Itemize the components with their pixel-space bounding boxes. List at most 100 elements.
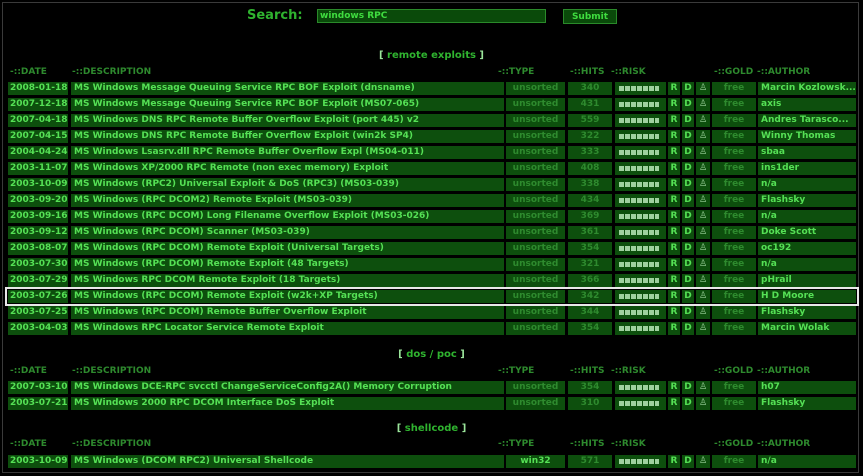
rate-link[interactable]: R	[668, 397, 680, 410]
rate-link[interactable]: R	[668, 274, 680, 287]
table-row[interactable]: 2003-10-09 MS Windows (RPC2) Universal Ex…	[8, 178, 856, 191]
column-header-type[interactable]: -::TYPE	[498, 67, 534, 77]
column-header-date[interactable]: -::DATE	[10, 67, 47, 77]
exploit-link[interactable]: MS Windows RPC DCOM Remote Exploit (18 T…	[71, 274, 504, 287]
section-title-text[interactable]: remote exploits	[387, 50, 476, 61]
download-link[interactable]: D	[682, 455, 694, 468]
column-header-hits[interactable]: -::HITS	[570, 67, 604, 77]
download-link[interactable]: D	[682, 242, 694, 255]
pawn-icon[interactable]: ♙	[696, 258, 710, 271]
table-row[interactable]: 2007-03-10 MS Windows DCE-RPC svcctl Chan…	[8, 381, 856, 394]
download-link[interactable]: D	[682, 397, 694, 410]
pawn-icon[interactable]: ♙	[696, 178, 710, 191]
rate-link[interactable]: R	[668, 210, 680, 223]
column-header-hits[interactable]: -::HITS	[570, 366, 604, 376]
author-link[interactable]: Flashsky	[758, 397, 856, 410]
table-row[interactable]: 2003-07-30 MS Windows (RPC DCOM) Remote E…	[8, 258, 856, 271]
table-row[interactable]: 2007-04-18 MS Windows DNS RPC Remote Buff…	[8, 114, 856, 127]
pawn-icon[interactable]: ♙	[696, 194, 710, 207]
author-link[interactable]: Flashsky	[758, 306, 856, 319]
table-row[interactable]: 2008-01-18 MS Windows Message Queuing Ser…	[8, 82, 856, 95]
exploit-link[interactable]: MS Windows (RPC DCOM) Remote Exploit (48…	[71, 258, 504, 271]
column-header-description[interactable]: -::DESCRIPTION	[72, 67, 151, 77]
column-header-hits[interactable]: -::HITS	[570, 439, 604, 449]
rate-link[interactable]: R	[668, 306, 680, 319]
exploit-link[interactable]: MS Windows DCE-RPC svcctl ChangeServiceC…	[71, 381, 504, 394]
column-header-date[interactable]: -::DATE	[10, 439, 47, 449]
download-link[interactable]: D	[682, 210, 694, 223]
rate-link[interactable]: R	[668, 146, 680, 159]
download-link[interactable]: D	[682, 162, 694, 175]
rate-link[interactable]: R	[668, 194, 680, 207]
pawn-icon[interactable]: ♙	[696, 98, 710, 111]
table-row[interactable]: 2003-08-07 MS Windows (RPC DCOM) Remote E…	[8, 242, 856, 255]
author-link[interactable]: Marcin Wolak	[758, 322, 856, 335]
table-row[interactable]: 2003-11-07 MS Windows XP/2000 RPC Remote …	[8, 162, 856, 175]
author-link[interactable]: Andres Tarasco...	[758, 114, 856, 127]
table-row[interactable]: 2003-04-03 MS Windows RPC Locator Service…	[8, 322, 856, 335]
exploit-link[interactable]: MS Windows Message Queuing Service RPC B…	[71, 98, 504, 111]
exploit-link[interactable]: MS Windows (RPC DCOM2) Remote Exploit (M…	[71, 194, 504, 207]
column-header-description[interactable]: -::DESCRIPTION	[72, 366, 151, 376]
rate-link[interactable]: R	[668, 381, 680, 394]
rate-link[interactable]: R	[668, 82, 680, 95]
author-link[interactable]: ins1der	[758, 162, 856, 175]
exploit-link[interactable]: MS Windows (RPC DCOM) Remote Buffer Over…	[71, 306, 504, 319]
download-link[interactable]: D	[682, 178, 694, 191]
exploit-link[interactable]: MS Windows DNS RPC Remote Buffer Overflo…	[71, 130, 504, 143]
column-header-gold[interactable]: -::GOLD	[714, 366, 753, 376]
pawn-icon[interactable]: ♙	[696, 146, 710, 159]
download-link[interactable]: D	[682, 130, 694, 143]
column-header-description[interactable]: -::DESCRIPTION	[72, 439, 151, 449]
column-header-risk[interactable]: -::RISK	[611, 439, 646, 449]
table-row[interactable]: 2007-04-15 MS Windows DNS RPC Remote Buff…	[8, 130, 856, 143]
table-row[interactable]: 2003-10-09 MS Windows (DCOM RPC2) Univers…	[8, 455, 856, 468]
pawn-icon[interactable]: ♙	[696, 226, 710, 239]
table-row[interactable]: 2003-09-12 MS Windows (RPC DCOM) Scanner …	[8, 226, 856, 239]
author-link[interactable]: pHrail	[758, 274, 856, 287]
pawn-icon[interactable]: ♙	[696, 210, 710, 223]
download-link[interactable]: D	[682, 194, 694, 207]
column-header-risk[interactable]: -::RISK	[611, 366, 646, 376]
pawn-icon[interactable]: ♙	[696, 290, 710, 303]
exploit-link[interactable]: MS Windows (RPC2) Universal Exploit & Do…	[71, 178, 504, 191]
download-link[interactable]: D	[682, 306, 694, 319]
exploit-link[interactable]: MS Windows 2000 RPC DCOM Interface DoS E…	[71, 397, 504, 410]
author-link[interactable]: n/a	[758, 258, 856, 271]
author-link[interactable]: Doke Scott	[758, 226, 856, 239]
rate-link[interactable]: R	[668, 114, 680, 127]
author-link[interactable]: n/a	[758, 455, 856, 468]
column-header-gold[interactable]: -::GOLD	[714, 439, 753, 449]
author-link[interactable]: n/a	[758, 210, 856, 223]
exploit-link[interactable]: MS Windows Lsasrv.dll RPC Remote Buffer …	[71, 146, 504, 159]
exploit-link[interactable]: MS Windows Message Queuing Service RPC B…	[71, 82, 504, 95]
pawn-icon[interactable]: ♙	[696, 82, 710, 95]
pawn-icon[interactable]: ♙	[696, 274, 710, 287]
column-header-gold[interactable]: -::GOLD	[714, 67, 753, 77]
column-header-risk[interactable]: -::RISK	[611, 67, 646, 77]
rate-link[interactable]: R	[668, 130, 680, 143]
author-link[interactable]: n/a	[758, 178, 856, 191]
rate-link[interactable]: R	[668, 178, 680, 191]
author-link[interactable]: Winny Thomas	[758, 130, 856, 143]
download-link[interactable]: D	[682, 146, 694, 159]
exploit-link[interactable]: MS Windows (DCOM RPC2) Universal Shellco…	[71, 455, 504, 468]
table-row[interactable]: 2007-12-18 MS Windows Message Queuing Ser…	[8, 98, 856, 111]
rate-link[interactable]: R	[668, 226, 680, 239]
pawn-icon[interactable]: ♙	[696, 397, 710, 410]
section-title-text[interactable]: shellcode	[405, 423, 458, 434]
rate-link[interactable]: R	[668, 455, 680, 468]
column-header-date[interactable]: -::DATE	[10, 366, 47, 376]
author-link[interactable]: h07	[758, 381, 856, 394]
rate-link[interactable]: R	[668, 162, 680, 175]
table-row[interactable]: 2003-07-21 MS Windows 2000 RPC DCOM Inter…	[8, 397, 856, 410]
pawn-icon[interactable]: ♙	[696, 381, 710, 394]
exploit-link[interactable]: MS Windows (RPC DCOM) Remote Exploit (w2…	[71, 290, 504, 303]
pawn-icon[interactable]: ♙	[696, 242, 710, 255]
download-link[interactable]: D	[682, 98, 694, 111]
download-link[interactable]: D	[682, 381, 694, 394]
author-link[interactable]: Flashsky	[758, 194, 856, 207]
download-link[interactable]: D	[682, 274, 694, 287]
column-header-type[interactable]: -::TYPE	[498, 366, 534, 376]
search-input[interactable]	[317, 9, 546, 23]
